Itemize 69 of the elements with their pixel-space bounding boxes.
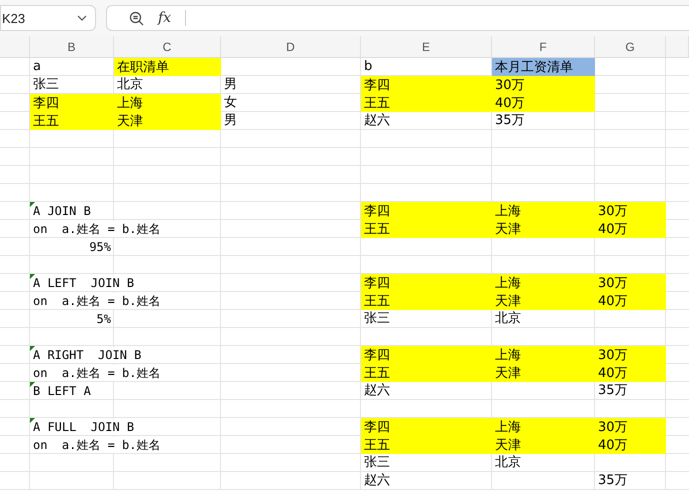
cell-text: 赵六 — [364, 113, 390, 129]
table-cell: 王五 — [361, 364, 492, 382]
table-cell: 40万 — [595, 436, 666, 454]
cell-text: 赵六 — [364, 473, 390, 489]
table-cell: 王五 — [361, 436, 492, 454]
table-cell: 天津 — [114, 112, 221, 130]
formula-bar[interactable]: fx — [106, 5, 689, 31]
cell-text: 35万 — [598, 473, 628, 489]
table-cell: 李四 — [361, 346, 492, 364]
table-cell: 40万 — [595, 364, 666, 382]
table-cell: 天津 — [492, 364, 595, 382]
chevron-down-icon — [77, 15, 87, 21]
table-cell: 在职清单 — [114, 58, 221, 76]
column-header[interactable]: F — [539, 40, 547, 54]
table-cell: 李四 — [361, 76, 492, 94]
table-cell: 上海 — [114, 94, 221, 112]
cell-text: on a.姓名 = b.姓名 — [33, 365, 160, 381]
table-cell: 李四 — [361, 274, 492, 292]
table-cell: 上海 — [492, 274, 595, 292]
cell-text: b — [364, 59, 372, 75]
cell-text: 35万 — [495, 113, 525, 129]
table-cell: 王五 — [30, 112, 114, 130]
cell-text: 张三 — [364, 311, 390, 327]
name-box[interactable]: K23 — [0, 5, 96, 31]
table-cell: 李四 — [361, 418, 492, 436]
table-cell: 天津 — [492, 436, 595, 454]
table-cell: 天津 — [492, 292, 595, 310]
table-cell: 40万 — [492, 94, 595, 112]
cell-text: 北京 — [117, 77, 143, 93]
table-cell: 30万 — [595, 202, 666, 220]
table-cell: 王五 — [361, 220, 492, 238]
cell-text: A FULL JOIN B — [33, 419, 134, 435]
cell-text: a — [33, 59, 41, 75]
cell-text: 北京 — [495, 311, 521, 327]
column-header[interactable]: B — [67, 40, 76, 54]
zoom-icon[interactable] — [129, 10, 144, 26]
cell-text: on a.姓名 = b.姓名 — [33, 221, 160, 237]
column-header[interactable]: C — [162, 40, 172, 54]
table-cell: 王五 — [361, 292, 492, 310]
table-cell: 30万 — [595, 274, 666, 292]
table-cell: 上海 — [492, 418, 595, 436]
cell-text: A LEFT JOIN B — [33, 275, 134, 291]
cell-text: on a.姓名 = b.姓名 — [33, 437, 160, 453]
cell-text: 35万 — [598, 383, 628, 399]
table-cell: 上海 — [492, 202, 595, 220]
table-cell: 30万 — [595, 346, 666, 364]
table-cell: 本月工资清单 — [492, 58, 595, 76]
cell-text: 男 — [224, 77, 237, 93]
column-header[interactable]: E — [422, 40, 430, 54]
cell-text: 男 — [224, 113, 237, 129]
table-cell: 40万 — [595, 292, 666, 310]
cell-text: 赵六 — [364, 383, 390, 399]
table-cell: 天津 — [492, 220, 595, 238]
cell-text: 张三 — [364, 455, 390, 471]
cell-text: on a.姓名 = b.姓名 — [33, 293, 160, 309]
column-header[interactable]: D — [286, 40, 295, 54]
cell-text: 北京 — [495, 455, 521, 471]
cell-text: 女 — [224, 95, 237, 111]
table-cell: 30万 — [492, 76, 595, 94]
cell-text: A RIGHT JOIN B — [33, 347, 142, 363]
cell-text: 张三 — [33, 77, 59, 93]
table-cell: 30万 — [595, 418, 666, 436]
table-cell: 李四 — [30, 94, 114, 112]
table-cell: 王五 — [361, 94, 492, 112]
column-header[interactable]: G — [625, 40, 635, 54]
table-cell: 李四 — [361, 202, 492, 220]
table-cell: 40万 — [595, 220, 666, 238]
table-cell: 上海 — [492, 346, 595, 364]
function-label[interactable]: fx — [158, 10, 172, 26]
